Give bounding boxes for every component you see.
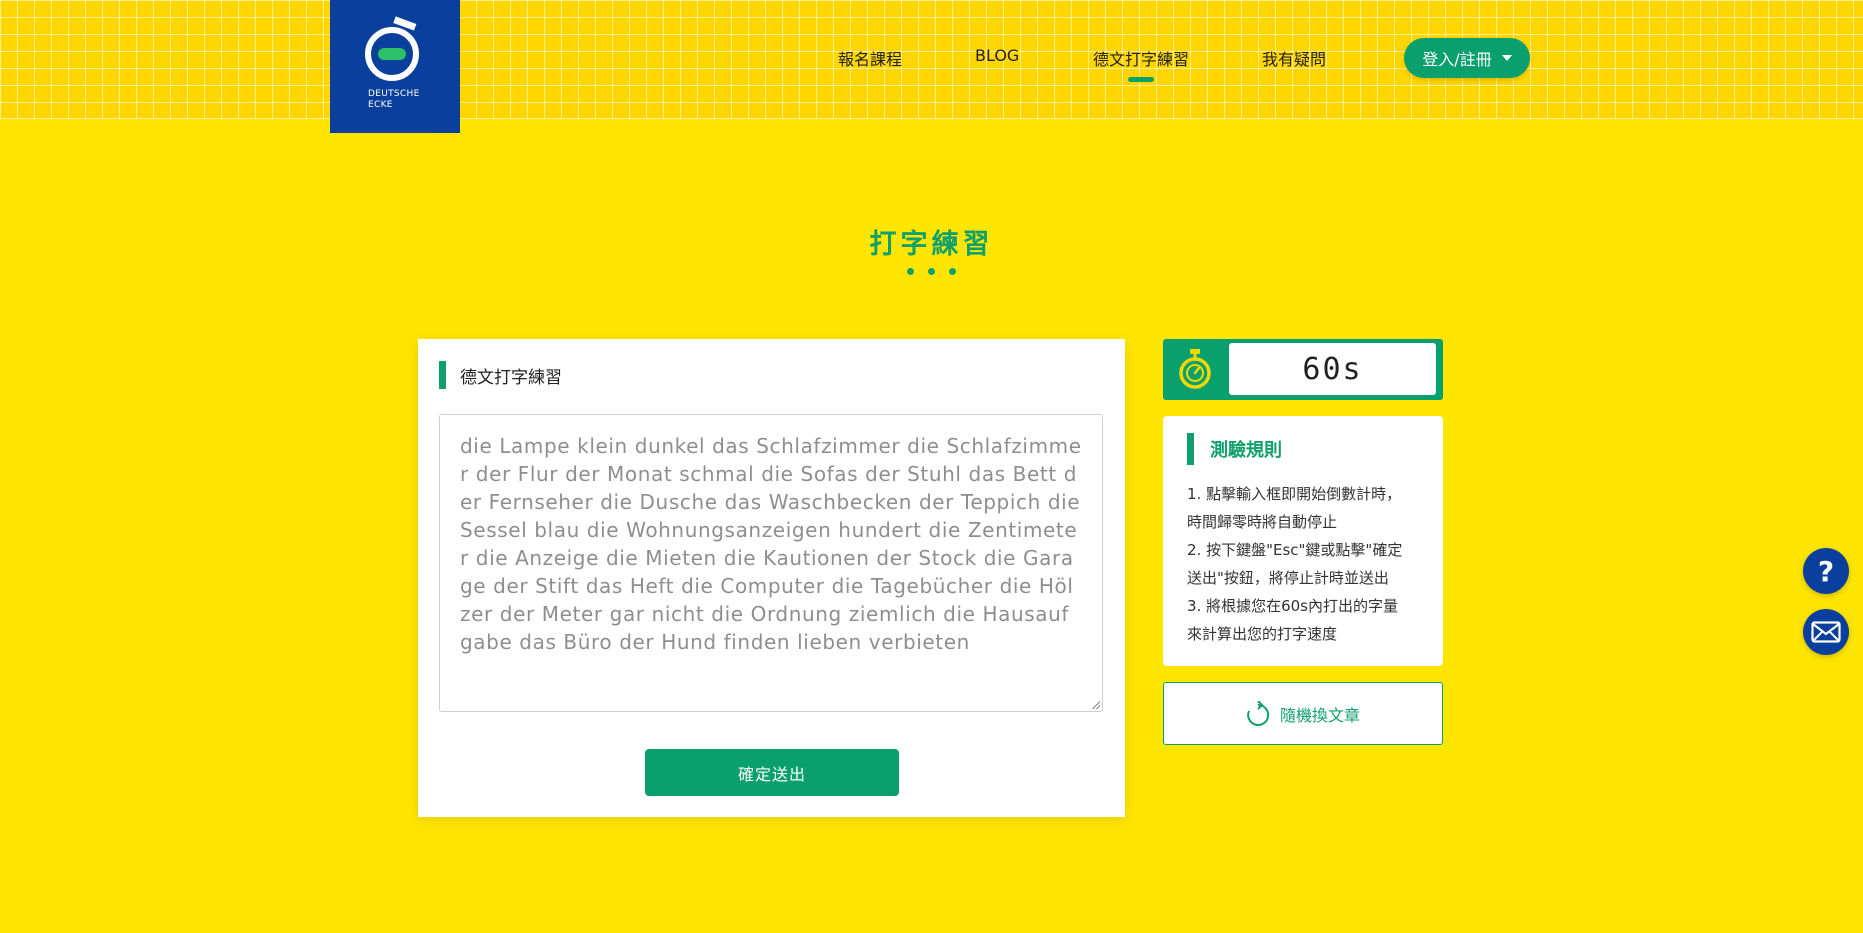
submit-button[interactable]: 確定送出 [645,749,899,796]
heading-accent-bar [1187,433,1194,465]
random-article-label: 隨機換文章 [1279,705,1360,725]
dot-icon [907,268,914,275]
rule-line: 送出"按鈕，將停止計時並送出 [1187,569,1389,587]
typing-practice-card: 德文打字練習 die Lampe klein dunkel das Schlaf… [418,339,1125,817]
caret-down-icon [1501,55,1512,61]
refresh-icon [1247,700,1270,726]
rule-line: 時間歸零時將自動停止 [1187,513,1338,531]
typing-input-area[interactable]: die Lampe klein dunkel das Schlafzimmer … [439,414,1103,712]
rules-list: 1. 點擊輸入框即開始倒數計時， 時間歸零時將自動停止 2. 按下鍵盤"Esc"… [1187,480,1432,648]
nav-item-blog[interactable]: BLOG [975,46,1019,65]
card-heading-text: 德文打字練習 [460,367,562,388]
heading-accent-bar [439,361,446,389]
random-article-button[interactable]: 隨機換文章 [1163,682,1443,745]
nav-item-courses[interactable]: 報名課程 [838,46,902,70]
rules-panel: 測驗規則 1. 點擊輸入框即開始倒數計時， 時間歸零時將自動停止 2. 按下鍵盤… [1163,416,1443,666]
deutsche-ecke-logo-icon [365,16,419,81]
rules-heading-text: 測驗規則 [1210,440,1282,461]
dot-icon [928,268,935,275]
page-title: 打字練習 [869,229,994,260]
rule-line: 2. 按下鍵盤"Esc"鍵或點擊"確定 [1187,541,1403,559]
resize-grip-icon[interactable] [1092,701,1100,709]
stopwatch-icon [1179,349,1211,389]
rules-heading: 測驗規則 [1187,433,1282,465]
nav-item-typing-practice[interactable]: 德文打字練習 [1093,46,1189,82]
question-icon: ? [1817,554,1835,588]
practice-text-content: die Lampe klein dunkel das Schlafzimmer … [460,434,1082,654]
rule-line: 1. 點擊輸入框即開始倒數計時， [1187,485,1402,503]
dot-icon [949,268,956,275]
help-button[interactable]: ? [1803,548,1849,594]
countdown-timer: 60s [1163,339,1443,400]
logo-text: DEUTSCHE ECKE [368,89,420,110]
login-register-label: 登入/註冊 [1422,50,1492,69]
mail-icon [1811,621,1841,643]
title-dots-decoration [0,268,1863,275]
login-register-button[interactable]: 登入/註冊 [1404,38,1530,78]
card-heading: 德文打字練習 [439,361,562,389]
site-header: DEUTSCHE ECKE 報名課程 BLOG 德文打字練習 我有疑問 登入/註… [0,0,1863,133]
rule-line: 3. 將根據您在60s內打出的字量 [1187,597,1398,615]
submit-button-label: 確定送出 [737,764,806,784]
site-logo[interactable]: DEUTSCHE ECKE [330,0,460,133]
timer-value: 60s [1229,343,1436,395]
rule-line: 來計算出您的打字速度 [1187,625,1338,643]
nav-item-faq[interactable]: 我有疑問 [1262,46,1326,70]
contact-mail-button[interactable] [1803,609,1849,655]
